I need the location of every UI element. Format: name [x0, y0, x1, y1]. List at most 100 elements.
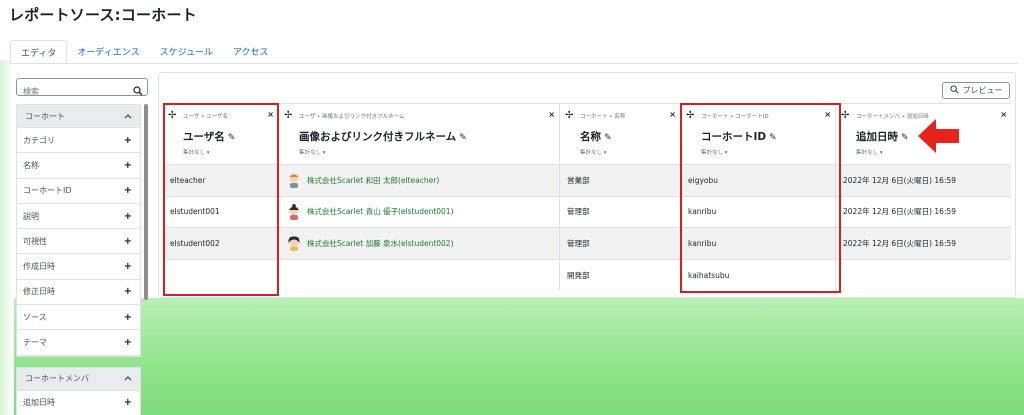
move-icon[interactable]: ✢: [841, 110, 849, 121]
plus-icon[interactable]: +: [124, 236, 132, 247]
aggregation-label: 集計なし: [299, 150, 322, 156]
cell-cohort-name: 管理部: [560, 228, 681, 259]
sidebar-group-cohort: コーホート カテゴリ + 名称 + コーホートID + 説明 + 可視性 + 作成日時 + …: [16, 104, 141, 357]
sidebar-group-header[interactable]: コーホートメンバ: [17, 367, 140, 391]
sidebar-item-description[interactable]: 説明 +: [17, 203, 140, 230]
sidebar-item-label: 修正日時: [23, 287, 55, 297]
user-profile-link[interactable]: 株式会社Scarlet 加藤 泉水(elstudent002): [307, 238, 454, 249]
cell-fullname: 株式会社Scarlet 青山 優子(elstudent001): [279, 196, 560, 227]
sidebar-item-label: 可視性: [23, 236, 47, 246]
preview-label: プレビュー: [962, 86, 1003, 95]
column-header-cohort-name: ✢ コーホート • 名称 × 名称 ✎ 集計なし ▾: [560, 104, 681, 164]
sidebar-item-source[interactable]: ソース +: [17, 305, 140, 331]
sidebar-item-visibility[interactable]: 可視性 +: [17, 229, 140, 255]
move-icon[interactable]: ✢: [284, 110, 292, 121]
plus-icon[interactable]: +: [124, 160, 132, 171]
user-profile-link[interactable]: 株式会社Scarlet 和田 太郎(elteacher): [307, 175, 439, 186]
pencil-icon[interactable]: ✎: [604, 133, 612, 143]
report-table: ✢ ユーザ • ユーザ名 × ユーザ名 ✎ 集計なし ▾ ✢ ユーザ • 画像およ…: [163, 103, 1011, 291]
pencil-icon[interactable]: ✎: [459, 133, 467, 143]
sidebar-scrollbar[interactable]: [144, 104, 148, 300]
close-icon[interactable]: ×: [1000, 110, 1007, 119]
aggregation-dropdown[interactable]: 集計なし ▾: [299, 148, 326, 156]
sidebar: コーホート カテゴリ + 名称 + コーホートID + 説明 + 可視性 + 作成日時 + …: [16, 104, 141, 415]
column-title-text: 追加日時: [856, 131, 898, 143]
close-icon[interactable]: ×: [669, 110, 676, 119]
cell-added-date: 2022年 12月 6日(火曜日) 16:59: [843, 175, 957, 185]
sidebar-item-label: ソース: [23, 312, 47, 322]
sidebar-group-title: コーホート: [25, 111, 65, 121]
green-background-left: [0, 60, 14, 415]
green-background: [0, 298, 1024, 415]
sidebar-group-title: コーホートメンバ: [25, 374, 89, 384]
aggregation-dropdown[interactable]: 集計なし ▾: [856, 148, 883, 156]
sidebar-item-label: 追加日時: [23, 398, 55, 408]
avatar: [289, 173, 299, 189]
table-header-row: ✢ ユーザ • ユーザ名 × ユーザ名 ✎ 集計なし ▾ ✢ ユーザ • 画像およ…: [163, 103, 1011, 165]
preview-button[interactable]: プレビュー: [942, 82, 1010, 99]
column-title[interactable]: 名称 ✎: [580, 129, 612, 144]
plus-icon[interactable]: +: [124, 261, 132, 272]
sidebar-item-label: 作成日時: [23, 262, 55, 272]
highlight-box-cohort-id: [680, 103, 841, 293]
pencil-icon[interactable]: ✎: [901, 133, 909, 143]
plus-icon[interactable]: +: [124, 286, 132, 297]
plus-icon[interactable]: +: [124, 211, 132, 222]
column-header-fullname: ✢ ユーザ • 画像およびリンク付きフルネーム × 画像およびリンク付きフルネー…: [279, 104, 560, 164]
tab-bar: エディタ オーディエンス スケジュール アクセス: [10, 40, 279, 64]
sidebar-item-theme[interactable]: テーマ +: [17, 330, 140, 356]
search-icon[interactable]: [133, 81, 143, 100]
sidebar-item-created[interactable]: 作成日時 +: [17, 254, 140, 280]
table-row: elstudent001 株式会社Scarlet 青山 優子(elstudent…: [163, 196, 1011, 228]
tab-editor[interactable]: エディタ: [10, 40, 68, 63]
cell-cohort-name: 営業部: [560, 165, 681, 196]
sidebar-item-modified[interactable]: 修正日時 +: [17, 279, 140, 306]
move-icon[interactable]: ✢: [565, 110, 573, 121]
aggregation-dropdown[interactable]: 集計なし ▾: [580, 148, 607, 156]
sidebar-item-added-date[interactable]: 追加日時 +: [17, 390, 140, 415]
sidebar-item-label: カテゴリ: [23, 135, 55, 145]
table-row: elteacher 株式会社Scarlet 和田 太郎(elteacher) 営…: [163, 165, 1011, 197]
plus-icon[interactable]: +: [124, 185, 132, 196]
tab-audience[interactable]: オーディエンス: [67, 40, 149, 63]
avatar: [288, 236, 300, 252]
plus-icon[interactable]: +: [124, 135, 132, 146]
sidebar-item-label: テーマ: [23, 338, 47, 348]
column-title-text: 画像およびリンク付きフルネーム: [299, 131, 457, 143]
user-profile-link[interactable]: 株式会社Scarlet 青山 優子(elstudent001): [307, 206, 454, 217]
tab-access[interactable]: アクセス: [223, 40, 279, 63]
magnifier-icon: [949, 85, 959, 96]
aggregation-label: 集計なし: [580, 150, 603, 156]
cell-fullname: 株式会社Scarlet 加藤 泉水(elstudent002): [279, 228, 560, 259]
cell-added-date: 2022年 12月 6日(火曜日) 16:59: [843, 207, 957, 217]
plus-icon[interactable]: +: [124, 337, 132, 348]
column-title[interactable]: 画像およびリンク付きフルネーム ✎: [299, 129, 467, 144]
table-row: 開発部 kaihatsubu: [163, 259, 1011, 292]
highlight-box-username: [163, 103, 279, 296]
sidebar-item-label: 名称: [23, 160, 39, 170]
cell-cohort-name: 開発部: [560, 259, 681, 291]
close-icon[interactable]: ×: [548, 110, 555, 119]
aggregation-label: 集計なし: [856, 150, 879, 156]
chevron-up-icon[interactable]: [124, 374, 132, 383]
plus-icon[interactable]: +: [124, 312, 132, 323]
column-category: コーホート • 名称: [580, 114, 626, 120]
sidebar-item-label: 説明: [23, 211, 39, 221]
tab-schedule[interactable]: スケジュール: [150, 40, 223, 63]
sidebar-group-cohort-member: コーホートメンバ 追加日時 +: [16, 366, 141, 415]
search-input[interactable]: [17, 83, 125, 100]
column-title[interactable]: 追加日時 ✎: [856, 129, 909, 144]
cell-added-date: [836, 260, 1011, 292]
chevron-up-icon[interactable]: [124, 112, 132, 121]
sidebar-item-label: コーホートID: [23, 186, 72, 196]
table-row: elstudent002 株式会社Scarlet 加藤 泉水(elstudent…: [163, 228, 1011, 260]
sidebar-item-name[interactable]: 名称 +: [17, 153, 140, 179]
avatar: [289, 203, 299, 220]
sidebar-item-cohort-id[interactable]: コーホートID +: [17, 178, 140, 204]
column-title-text: 名称: [580, 131, 601, 143]
search-box: [16, 78, 148, 100]
plus-icon[interactable]: +: [124, 397, 132, 408]
sidebar-item-category[interactable]: カテゴリ +: [17, 128, 140, 154]
sidebar-group-header[interactable]: コーホート: [17, 105, 140, 128]
page-title: レポートソース:コーホート: [9, 6, 197, 24]
